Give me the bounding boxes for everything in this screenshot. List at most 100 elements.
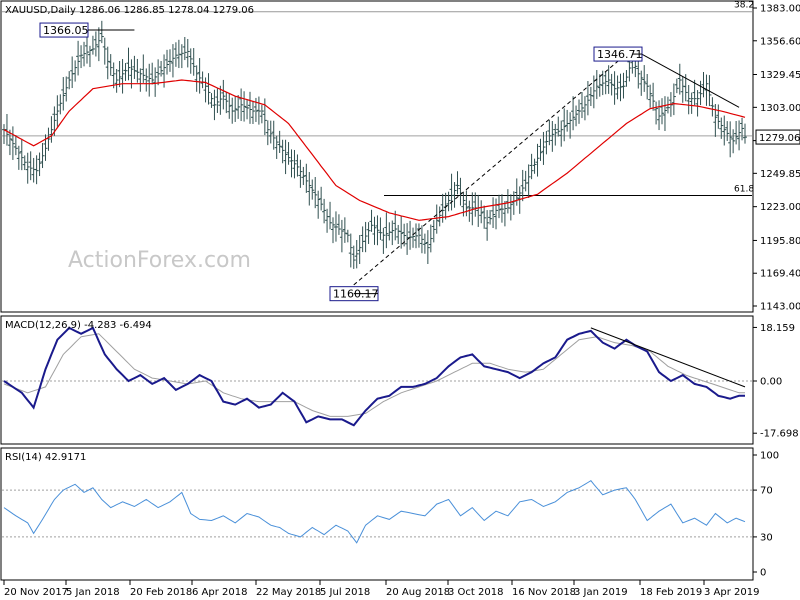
ohlc-bar <box>55 95 60 127</box>
ohlc-bar <box>114 68 119 93</box>
ohlc-bar <box>568 112 573 139</box>
ohlc-bar <box>411 227 416 248</box>
ohlc-bar <box>577 99 582 124</box>
ohlc-bar <box>102 37 107 65</box>
ohlc-bar <box>239 88 244 122</box>
ohlc-bar <box>67 71 72 90</box>
ohlc-bar <box>274 135 279 159</box>
ohlc-bar <box>90 35 95 55</box>
ohlc-bar <box>93 31 98 57</box>
ohlc-bar <box>387 222 392 241</box>
ohlc-bar <box>307 171 312 206</box>
ohlc-bar <box>46 127 51 151</box>
macd-label: MACD(12,26,9) -4.283 -6.494 <box>5 320 152 331</box>
x-tick-label: 20 Feb 2018 <box>130 587 192 598</box>
macd-tick-label: 0.00 <box>760 377 782 388</box>
price-tick-label: 1143.00 <box>760 302 800 313</box>
ohlc-bar <box>532 158 537 174</box>
price-annotation-label: 1366.05 <box>43 24 89 37</box>
ohlc-bar <box>645 73 650 100</box>
ohlc-bar <box>538 138 543 161</box>
ohlc-bar <box>165 49 170 75</box>
ohlc-bar <box>242 91 247 122</box>
forex-chart: 38.261.8 ActionForex.com 1366.051346.711… <box>0 0 800 598</box>
ohlc-bar <box>615 75 620 100</box>
ohlc-bar <box>473 192 478 217</box>
ohlc-bar <box>357 235 362 265</box>
ohlc-bar <box>322 198 327 224</box>
ohlc-bar <box>624 70 629 87</box>
ohlc-bar <box>381 227 386 254</box>
ohlc-bar <box>227 93 232 119</box>
ohlc-bar <box>372 216 377 245</box>
ohlc-bar <box>156 59 161 86</box>
ohlc-bar <box>271 120 276 150</box>
ohlc-bar <box>28 151 33 181</box>
ohlc-bar <box>132 55 137 79</box>
ohlc-bar <box>2 124 6 144</box>
ohlc-bar <box>606 65 611 94</box>
ohlc-bar <box>609 73 614 96</box>
ohlc-bar <box>188 48 193 74</box>
ohlc-bar <box>87 45 92 68</box>
ohlc-bar <box>621 72 626 99</box>
x-tick-label: 5 Jan 2018 <box>66 587 120 598</box>
ohlc-bar <box>499 194 504 223</box>
ohlc-bar <box>342 217 347 243</box>
ohlc-bar <box>147 63 152 97</box>
fib-level-label: 61.8 <box>734 184 754 194</box>
ohlc-bar <box>206 73 211 105</box>
ohlc-bar <box>565 109 570 132</box>
ohlc-bar <box>31 157 36 183</box>
ohlc-bar <box>722 115 727 146</box>
ohlc-bar <box>384 212 389 249</box>
ohlc-bar <box>176 39 181 69</box>
ohlc-bar <box>153 67 158 97</box>
x-tick-label: 3 Jan 2019 <box>574 587 628 598</box>
ohlc-bar <box>173 42 178 67</box>
rsi-label: RSI(14) 42.9171 <box>5 452 86 463</box>
ohlc-bar <box>64 76 69 102</box>
ohlc-bar <box>333 211 338 242</box>
fib-level-label: 38.2 <box>734 1 754 11</box>
ohlc-bar <box>325 208 330 233</box>
ohlc-bar <box>221 79 226 110</box>
ohlc-bar <box>535 143 540 177</box>
ohlc-bar <box>167 49 172 72</box>
ohlc-bar <box>200 71 205 89</box>
ohlc-bar <box>250 100 255 125</box>
price-tick-label: 1249.85 <box>760 169 800 180</box>
ohlc-bar <box>612 71 617 105</box>
x-tick-label: 5 Jul 2018 <box>320 587 370 598</box>
ohlc-bar <box>304 163 309 193</box>
ohlc-bar <box>642 65 647 92</box>
ohlc-bar <box>390 220 395 246</box>
ohlc-bar <box>526 164 531 198</box>
ohlc-bar <box>550 121 555 152</box>
ohlc-bar <box>283 139 288 175</box>
ohlc-bar <box>212 89 217 121</box>
moving-average-line <box>3 79 746 221</box>
ohlc-bar <box>440 193 445 223</box>
ohlc-bar <box>743 123 747 144</box>
ohlc-bar <box>310 179 315 200</box>
ohlc-bar <box>485 210 490 241</box>
ohlc-bar <box>233 96 238 122</box>
ohlc-bar <box>25 152 30 184</box>
ohlc-bar <box>508 194 513 221</box>
ohlc-bar <box>84 33 89 64</box>
ohlc-bar <box>363 221 368 253</box>
macd-signal-line <box>3 333 745 417</box>
ohlc-bar <box>437 206 442 227</box>
price-tick-label: 1383.00 <box>760 4 800 15</box>
ohlc-bar <box>695 90 700 117</box>
rsi-tick-label: 0 <box>760 568 766 579</box>
ohlc-bar <box>639 70 644 96</box>
ohlc-bar <box>40 143 45 169</box>
ohlc-bar <box>422 233 427 254</box>
ohlc-bar <box>574 105 579 127</box>
ohlc-bar <box>339 219 344 253</box>
ohlc-bar <box>265 120 270 146</box>
ohlc-bar <box>245 99 250 120</box>
ohlc-bar <box>108 54 113 76</box>
